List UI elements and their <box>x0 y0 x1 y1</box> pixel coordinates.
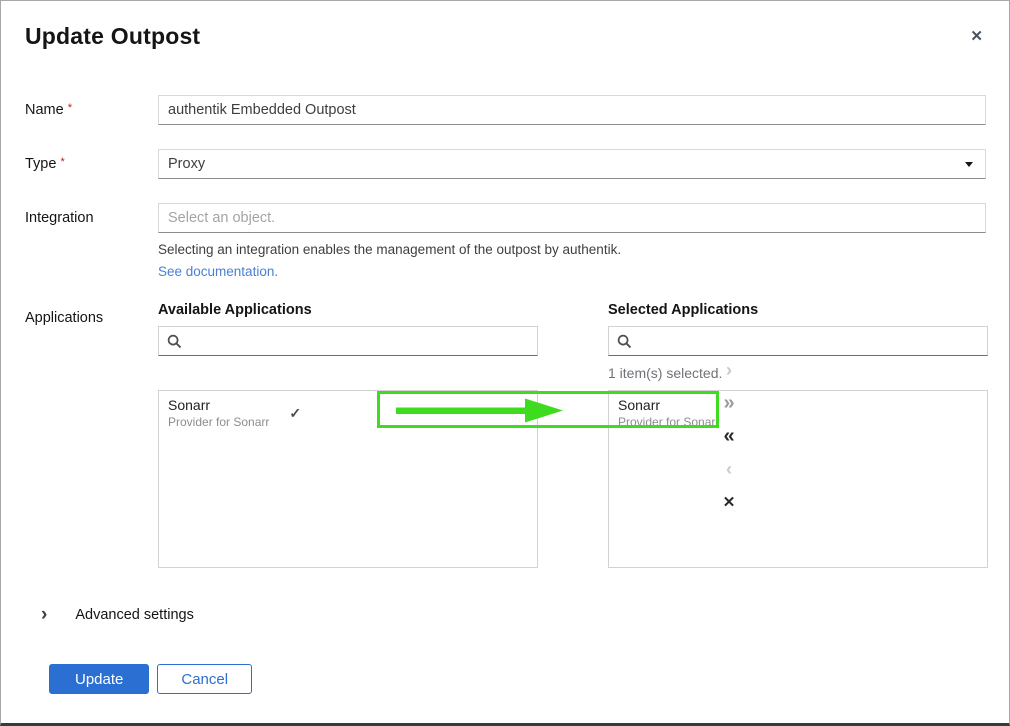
required-asterisk: * <box>68 102 72 114</box>
modal-footer: Update Cancel <box>25 664 986 694</box>
modal-header: Update Outpost ✕ <box>1 1 1009 50</box>
dual-list-selector: Available Applications Selected Applicat… <box>158 300 986 570</box>
integration-row: Integration Selecting an integration ena… <box>25 203 986 280</box>
selected-count-status: 1 item(s) selected. <box>608 365 722 381</box>
move-all-left-button[interactable]: « <box>717 426 740 447</box>
available-search-input[interactable] <box>189 333 529 349</box>
close-icon[interactable]: ✕ <box>970 29 983 44</box>
required-asterisk: * <box>60 156 64 168</box>
update-outpost-modal: Update Outpost ✕ Name* Type* Proxy <box>0 0 1010 726</box>
integration-field[interactable] <box>158 203 986 233</box>
cancel-button[interactable]: Cancel <box>157 664 252 694</box>
integration-helper-text: Selecting an integration enables the man… <box>158 241 986 258</box>
advanced-settings-label: Advanced settings <box>75 607 194 623</box>
selected-search-box <box>608 326 988 356</box>
move-all-right-button[interactable]: » <box>717 393 740 414</box>
selected-applications-list: Sonarr Provider for Sonarr <box>608 390 988 568</box>
available-search-box <box>158 326 538 356</box>
list-item-sonarr-available[interactable]: Sonarr Provider for Sonarr ✓ <box>159 391 537 436</box>
applications-row: Applications Available Applications Sele… <box>25 300 986 570</box>
type-row: Type* Proxy <box>25 149 986 179</box>
name-field[interactable] <box>158 95 986 125</box>
applications-label: Applications <box>25 300 158 570</box>
list-item-sonarr-selected[interactable]: Sonarr Provider for Sonarr <box>609 391 987 436</box>
selected-applications-header: Selected Applications <box>608 302 758 318</box>
move-selected-left-button[interactable]: ‹ <box>720 459 738 480</box>
transfer-controls: › » « ‹ ✕ <box>712 360 746 525</box>
integration-label: Integration <box>25 203 158 280</box>
item-description: Provider for Sonarr <box>618 415 719 430</box>
check-icon: ✓ <box>289 405 301 422</box>
item-name: Sonarr <box>618 397 719 413</box>
name-label: Name* <box>25 95 158 125</box>
chevron-right-icon: › <box>41 606 47 624</box>
page-title: Update Outpost <box>25 23 983 50</box>
see-documentation-link[interactable]: See documentation. <box>158 264 278 279</box>
type-label: Type* <box>25 149 158 179</box>
outpost-form: Name* Type* Proxy Integration Sel <box>1 95 1009 694</box>
available-applications-list: Sonarr Provider for Sonarr ✓ <box>158 390 538 568</box>
search-icon <box>167 334 182 349</box>
move-selected-right-button[interactable]: › <box>720 360 738 381</box>
update-button[interactable]: Update <box>49 664 149 694</box>
item-name: Sonarr <box>168 397 269 413</box>
type-select-value: Proxy <box>168 156 965 172</box>
item-description: Provider for Sonarr <box>168 415 269 430</box>
clear-selection-button[interactable]: ✕ <box>717 492 742 513</box>
advanced-settings-toggle[interactable]: › Advanced settings <box>25 606 986 624</box>
available-applications-header: Available Applications <box>158 302 312 318</box>
type-select[interactable]: Proxy <box>158 149 986 179</box>
name-row: Name* <box>25 95 986 125</box>
chevron-down-icon <box>965 162 973 167</box>
search-icon <box>617 334 632 349</box>
selected-search-input[interactable] <box>639 333 979 349</box>
